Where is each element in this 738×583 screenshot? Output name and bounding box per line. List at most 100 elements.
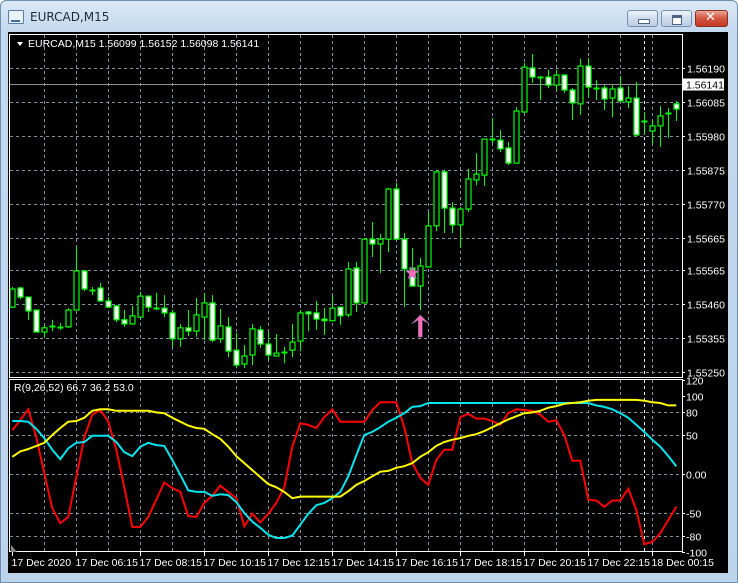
candle	[297, 310, 304, 352]
bear-candle-body	[441, 171, 448, 209]
bear-candle-body	[305, 311, 312, 315]
bull-candle-body	[297, 312, 304, 342]
bear-candle-body	[225, 326, 232, 352]
candle	[473, 153, 480, 186]
candle	[601, 85, 608, 111]
candle	[41, 324, 48, 337]
bull-candle-body	[329, 307, 336, 322]
candle	[641, 111, 648, 135]
bear-candle-body	[161, 307, 168, 314]
candle	[257, 325, 264, 348]
bear-candle-body	[561, 74, 568, 91]
candle	[81, 270, 88, 291]
candle	[657, 106, 664, 147]
candle	[121, 310, 128, 327]
bull-candle-body	[433, 171, 440, 227]
bear-candle-body	[121, 319, 128, 325]
price-chart[interactable]: 1.56190 1.56085 1.55980 1.55875 1.55770 1.556…	[0, 0, 738, 583]
candle	[625, 86, 632, 109]
bear-candle-body	[233, 349, 240, 366]
bear-candle-body	[673, 103, 680, 110]
triangle-down-icon[interactable]	[17, 42, 23, 46]
candle	[633, 81, 640, 136]
price-tick-label: 1.55355	[687, 334, 725, 346]
bull-candle-body	[553, 74, 560, 86]
indicator-tick-label: 0.00	[686, 470, 707, 482]
candle	[481, 138, 488, 187]
bear-candle-body	[169, 312, 176, 340]
candle	[393, 182, 400, 240]
candle	[617, 76, 624, 102]
candle	[465, 168, 472, 212]
bull-candle-body	[129, 315, 136, 325]
price-tick-label: 1.56085	[687, 98, 725, 110]
candle	[529, 54, 536, 83]
bear-candle-body	[633, 97, 640, 136]
time-tick-label: 17 Dec 06:15	[76, 557, 139, 569]
price-tick-label: 1.55770	[687, 200, 725, 212]
time-tick-label: 17 Dec 20:15	[524, 557, 587, 569]
candle	[561, 74, 568, 93]
candle	[273, 333, 280, 357]
candle	[377, 233, 384, 274]
bear-candle-body	[81, 270, 88, 290]
bull-candle-body	[345, 268, 352, 316]
bull-candle-body	[385, 188, 392, 240]
candle	[17, 287, 24, 300]
bull-candle-body	[513, 110, 520, 164]
indicator-tick-label: 100	[686, 392, 704, 404]
candle	[537, 76, 544, 100]
price-tick-label: 1.55565	[687, 266, 725, 278]
candle	[441, 169, 448, 234]
candle	[457, 207, 464, 248]
bull-candle-body	[65, 309, 72, 328]
indicator-tick-label: -50	[686, 509, 701, 521]
bear-candle-body	[105, 300, 112, 308]
cyan-line	[12, 402, 678, 539]
price-tick-label: 1.55875	[687, 166, 725, 178]
bear-candle-body	[449, 207, 456, 226]
bull-candle-body	[193, 314, 200, 332]
candle	[33, 309, 40, 333]
bear-candle-body	[209, 302, 216, 341]
bear-candle-body	[529, 67, 536, 78]
candle	[321, 308, 328, 335]
candle	[577, 58, 584, 115]
candle	[513, 107, 520, 164]
bull-candle-body	[249, 328, 256, 356]
time-tick-label: 17 Dec 12:15	[268, 557, 331, 569]
candle	[345, 262, 352, 318]
bull-candle-body	[361, 238, 368, 304]
candle	[161, 295, 168, 318]
bear-candle-body	[617, 87, 624, 102]
bear-candle-body	[393, 188, 400, 240]
candle	[329, 295, 336, 322]
bear-candle-body	[145, 295, 152, 308]
chart-shift-marker[interactable]	[11, 545, 17, 552]
red-line	[11, 401, 678, 546]
candle	[201, 292, 208, 341]
indicator-tick-label: 50	[686, 431, 698, 443]
candle	[97, 282, 104, 302]
candle	[521, 63, 528, 113]
time-tick-label: 17 Dec 22:15	[588, 557, 651, 569]
candle	[185, 310, 192, 336]
candle	[593, 79, 600, 100]
bull-candle-body	[417, 265, 424, 287]
candle	[337, 306, 344, 325]
bear-candle-body	[33, 309, 40, 333]
bear-candle-body	[505, 147, 512, 164]
bull-candle-body	[625, 97, 632, 103]
candle	[289, 323, 296, 357]
candle	[497, 130, 504, 153]
bull-candle-body	[657, 115, 664, 127]
bull-candle-body	[241, 355, 248, 365]
bear-candle-body	[497, 139, 504, 150]
bull-candle-body	[521, 66, 528, 113]
bull-candle-body	[465, 178, 472, 210]
candle	[241, 344, 248, 368]
bear-candle-body	[585, 65, 592, 88]
candle	[305, 311, 312, 332]
bull-candle-body	[377, 238, 384, 245]
bear-candle-body	[257, 329, 264, 345]
